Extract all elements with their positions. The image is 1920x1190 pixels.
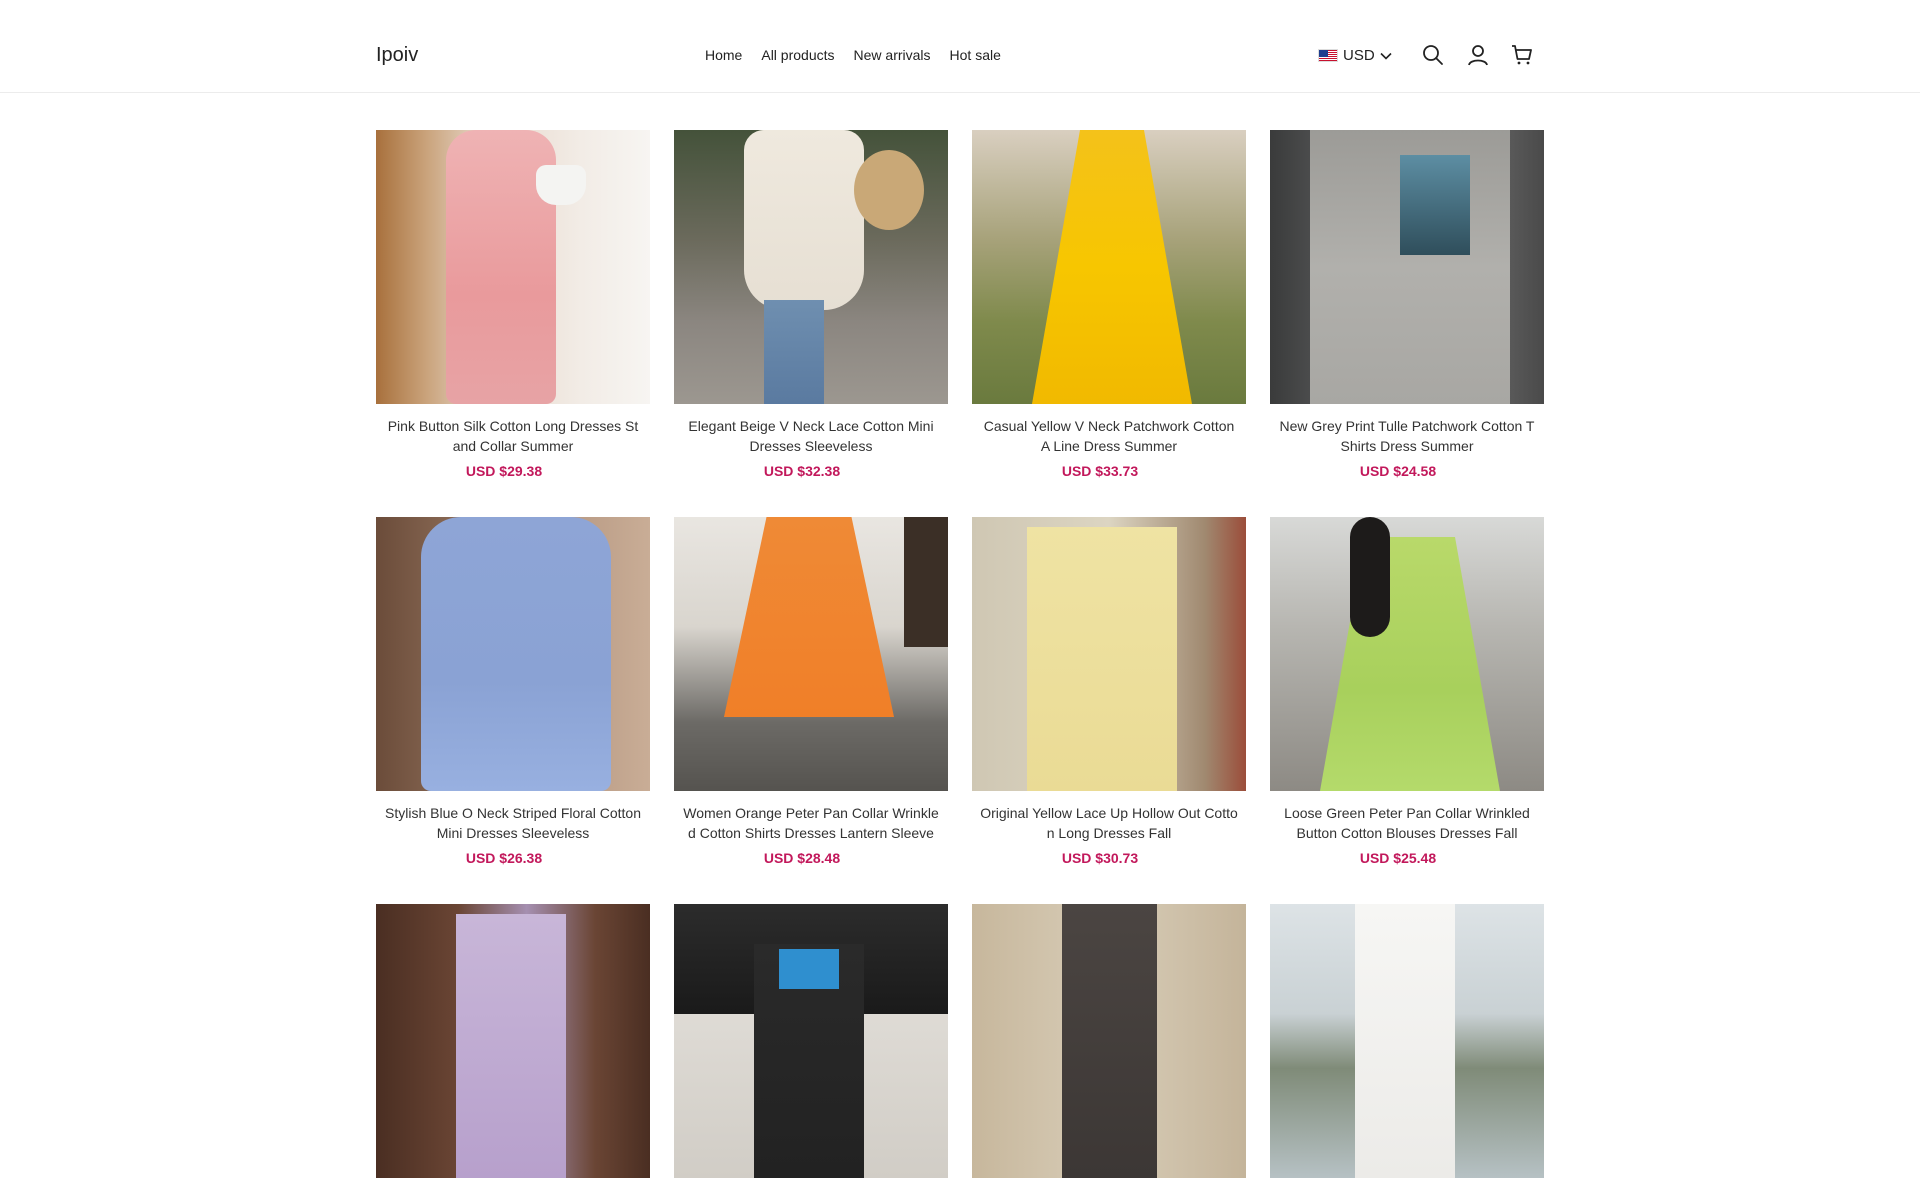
product-card[interactable] [1270, 904, 1544, 1190]
product-card[interactable]: New Grey Print Tulle Patchwork Cotton T … [1270, 130, 1544, 479]
product-image[interactable] [376, 904, 650, 1178]
search-icon[interactable] [1422, 44, 1444, 66]
product-price: USD $28.48 [763, 850, 841, 866]
product-card[interactable]: Casual Yellow V Neck Patchwork Cotton A … [972, 130, 1246, 479]
store-logo[interactable]: Ipoiv [376, 44, 418, 67]
product-image[interactable] [1270, 130, 1544, 404]
product-price: USD $32.38 [763, 463, 841, 479]
product-image[interactable] [972, 517, 1246, 791]
nav-new-arrivals[interactable]: New arrivals [854, 47, 931, 63]
cart-icon[interactable] [1511, 44, 1533, 66]
product-card[interactable]: Elegant Beige V Neck Lace Cotton Mini Dr… [674, 130, 948, 479]
us-flag-icon [1318, 49, 1338, 62]
product-card[interactable]: Original Yellow Lace Up Hollow Out Cotto… [972, 517, 1246, 866]
product-card[interactable] [972, 904, 1246, 1190]
nav-hot-sale[interactable]: Hot sale [950, 47, 1001, 63]
product-image[interactable] [376, 517, 650, 791]
product-title[interactable]: Women Orange Peter Pan Collar Wrinkled C… [674, 803, 948, 843]
product-price: USD $26.38 [465, 850, 543, 866]
product-card[interactable] [376, 904, 650, 1190]
product-image[interactable] [674, 517, 948, 791]
account-icon[interactable] [1467, 44, 1489, 66]
product-price: USD $24.58 [1359, 463, 1437, 479]
product-card[interactable] [674, 904, 948, 1190]
product-title[interactable]: Loose Green Peter Pan Collar Wrinkled Bu… [1270, 803, 1544, 843]
nav-home[interactable]: Home [705, 47, 742, 63]
product-title[interactable]: Elegant Beige V Neck Lace Cotton Mini Dr… [674, 416, 948, 456]
currency-selector[interactable]: USD [1318, 47, 1392, 64]
product-card[interactable]: Women Orange Peter Pan Collar Wrinkled C… [674, 517, 948, 866]
product-title[interactable]: Casual Yellow V Neck Patchwork Cotton A … [972, 416, 1246, 456]
product-image[interactable] [376, 130, 650, 404]
product-image[interactable] [674, 904, 948, 1178]
product-price: USD $25.48 [1359, 850, 1437, 866]
product-image[interactable] [972, 130, 1246, 404]
product-image[interactable] [674, 130, 948, 404]
product-card[interactable]: Pink Button Silk Cotton Long Dresses Sta… [376, 130, 650, 479]
site-header: Ipoiv Home All products New arrivals Hot… [0, 0, 1920, 93]
product-card[interactable]: Stylish Blue O Neck Striped Floral Cotto… [376, 517, 650, 866]
product-price: USD $30.73 [1061, 850, 1139, 866]
product-price: USD $29.38 [465, 463, 543, 479]
nav-all-products[interactable]: All products [761, 47, 834, 63]
product-image[interactable] [972, 904, 1246, 1178]
product-image[interactable] [1270, 517, 1544, 791]
product-title[interactable]: Stylish Blue O Neck Striped Floral Cotto… [376, 803, 650, 843]
product-title[interactable]: Pink Button Silk Cotton Long Dresses Sta… [376, 416, 650, 456]
product-card[interactable]: Loose Green Peter Pan Collar Wrinkled Bu… [1270, 517, 1544, 866]
product-image[interactable] [1270, 904, 1544, 1178]
main-nav: Home All products New arrivals Hot sale [705, 47, 1020, 63]
chevron-down-icon [1380, 52, 1392, 60]
currency-label: USD [1343, 47, 1375, 64]
product-title[interactable]: Original Yellow Lace Up Hollow Out Cotto… [972, 803, 1246, 843]
product-price: USD $33.73 [1061, 463, 1139, 479]
product-title[interactable]: New Grey Print Tulle Patchwork Cotton T … [1270, 416, 1544, 456]
